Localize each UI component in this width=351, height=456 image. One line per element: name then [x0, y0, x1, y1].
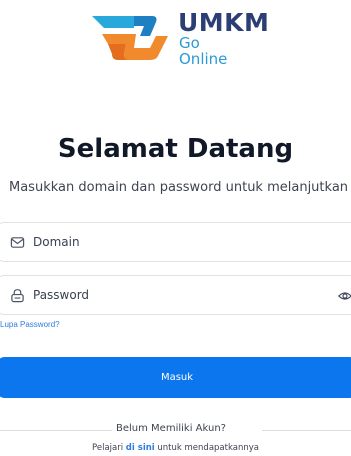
register-link[interactable]: di sini: [126, 443, 155, 453]
register-text: Pelajari di sini untuk mendapatkannya: [0, 443, 351, 453]
logo-brand-text: UMKM: [178, 8, 270, 37]
logo-line-go: Go: [179, 34, 200, 52]
logo-wordmark: UMKM Go Online: [178, 10, 269, 67]
login-button[interactable]: Masuk: [0, 357, 351, 398]
divider-label: Belum Memiliki Akun?: [116, 423, 226, 434]
password-field[interactable]: [0, 275, 351, 315]
page-subtitle: Masukkan domain dan password untuk melan…: [9, 180, 349, 195]
divider-line-right: [262, 430, 351, 431]
lock-icon: [11, 289, 24, 303]
mail-icon: [10, 237, 25, 248]
domain-input[interactable]: [33, 223, 323, 261]
logo-line-online: Online: [179, 50, 228, 68]
eye-icon[interactable]: [338, 289, 351, 303]
logo-mark-icon: [92, 16, 168, 60]
forgot-password-link[interactable]: Lupa Password?: [0, 320, 60, 329]
umkm-go-online-logo: UMKM Go Online: [90, 10, 270, 68]
divider: Belum Memiliki Akun?: [0, 423, 351, 437]
page-title: Selamat Datang: [57, 134, 294, 164]
domain-field[interactable]: [0, 222, 351, 262]
password-input[interactable]: [33, 276, 323, 314]
divider-line-left: [0, 430, 112, 431]
register-suffix: untuk mendapatkannya: [154, 443, 259, 453]
register-prefix: Pelajari: [92, 443, 126, 453]
